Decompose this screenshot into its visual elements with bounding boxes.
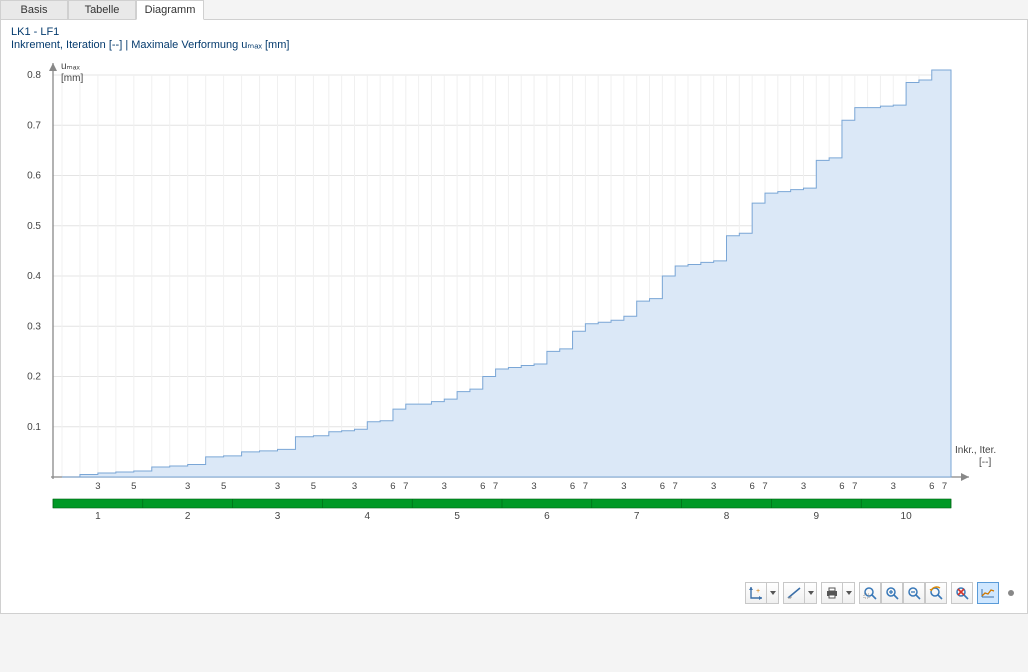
tab-basis[interactable]: Basis xyxy=(0,0,68,20)
zoom-in-button[interactable] xyxy=(881,582,903,604)
svg-text:3: 3 xyxy=(275,511,281,522)
svg-text:0.7: 0.7 xyxy=(27,120,41,131)
svg-text:6: 6 xyxy=(750,481,755,492)
chevron-down-icon xyxy=(846,591,852,595)
svg-text:3: 3 xyxy=(891,481,896,492)
svg-text:7: 7 xyxy=(762,481,767,492)
print-button[interactable] xyxy=(821,582,843,604)
svg-text:3: 3 xyxy=(352,481,357,492)
svg-text:7: 7 xyxy=(403,481,408,492)
gradient-button[interactable] xyxy=(783,582,805,604)
svg-text:0.5: 0.5 xyxy=(27,221,41,232)
svg-text:3: 3 xyxy=(275,481,280,492)
svg-text:5: 5 xyxy=(311,481,316,492)
svg-text:6: 6 xyxy=(839,481,844,492)
svg-text:Inkr., Iter.: Inkr., Iter. xyxy=(955,445,996,456)
svg-text:10: 10 xyxy=(901,511,913,522)
svg-text:8: 8 xyxy=(724,511,730,522)
chart-type-button[interactable] xyxy=(977,582,999,604)
svg-text:3: 3 xyxy=(531,481,536,492)
svg-text:6: 6 xyxy=(390,481,395,492)
svg-text:7: 7 xyxy=(852,481,857,492)
svg-text:5: 5 xyxy=(221,481,226,492)
svg-text:0.6: 0.6 xyxy=(27,171,41,182)
zoom-window-button[interactable] xyxy=(859,582,881,604)
gradient-dropdown[interactable] xyxy=(805,582,817,604)
svg-text:5: 5 xyxy=(454,511,460,522)
svg-text:[--]: [--] xyxy=(979,457,991,468)
svg-text:0.8: 0.8 xyxy=(27,70,41,81)
svg-text:3: 3 xyxy=(801,481,806,492)
zoom-reset-button[interactable] xyxy=(951,582,973,604)
svg-text:6: 6 xyxy=(480,481,485,492)
svg-text:7: 7 xyxy=(634,511,640,522)
svg-text:3: 3 xyxy=(621,481,626,492)
svg-text:1: 1 xyxy=(95,511,101,522)
svg-text:3: 3 xyxy=(185,481,190,492)
svg-text:5: 5 xyxy=(131,481,136,492)
svg-text:7: 7 xyxy=(583,481,588,492)
axes-settings-button[interactable]: + xyxy=(745,582,767,604)
svg-text:6: 6 xyxy=(570,481,575,492)
axes-settings-dropdown[interactable] xyxy=(767,582,779,604)
zoom-out-button[interactable] xyxy=(903,582,925,604)
chart-toolbar: + xyxy=(745,579,1019,607)
svg-text:6: 6 xyxy=(660,481,665,492)
chevron-down-icon xyxy=(808,591,814,595)
svg-text:3: 3 xyxy=(442,481,447,492)
svg-text:6: 6 xyxy=(929,481,934,492)
svg-text:0.4: 0.4 xyxy=(27,271,41,282)
info-dot-button[interactable] xyxy=(1003,582,1019,604)
chart: 0.1 0.2 0.3 0.4 0.5 0.6 0.7 0.8 uₘₐₓ[mm] Inkr., I… xyxy=(11,57,1011,582)
diagram-panel: LK1 - LF1 Inkrement, Iteration [--] | Ma… xyxy=(0,19,1028,614)
svg-text:uₘₐₓ: uₘₐₓ xyxy=(61,61,81,72)
svg-text:0.1: 0.1 xyxy=(27,422,41,433)
svg-text:+: + xyxy=(756,588,760,595)
print-dropdown[interactable] xyxy=(843,582,855,604)
svg-text:7: 7 xyxy=(942,481,947,492)
svg-text:4: 4 xyxy=(365,511,371,522)
svg-text:3: 3 xyxy=(711,481,716,492)
svg-text:0.3: 0.3 xyxy=(27,321,41,332)
tab-tabelle[interactable]: Tabelle xyxy=(68,0,136,20)
svg-text:6: 6 xyxy=(544,511,550,522)
svg-text:3: 3 xyxy=(95,481,100,492)
chevron-down-icon xyxy=(770,591,776,595)
tab-diagramm[interactable]: Diagramm xyxy=(136,0,204,20)
svg-text:[mm]: [mm] xyxy=(61,73,83,84)
tab-bar: Basis Tabelle Diagramm xyxy=(0,0,1028,20)
svg-text:0.2: 0.2 xyxy=(27,372,41,383)
svg-text:7: 7 xyxy=(673,481,678,492)
svg-text:9: 9 xyxy=(814,511,820,522)
chart-title-line1: LK1 - LF1 xyxy=(11,26,1017,38)
chart-title-line2: Inkrement, Iteration [--] | Maximale Ver… xyxy=(11,38,1017,51)
svg-text:7: 7 xyxy=(493,481,498,492)
zoom-previous-button[interactable] xyxy=(925,582,947,604)
svg-text:2: 2 xyxy=(185,511,191,522)
